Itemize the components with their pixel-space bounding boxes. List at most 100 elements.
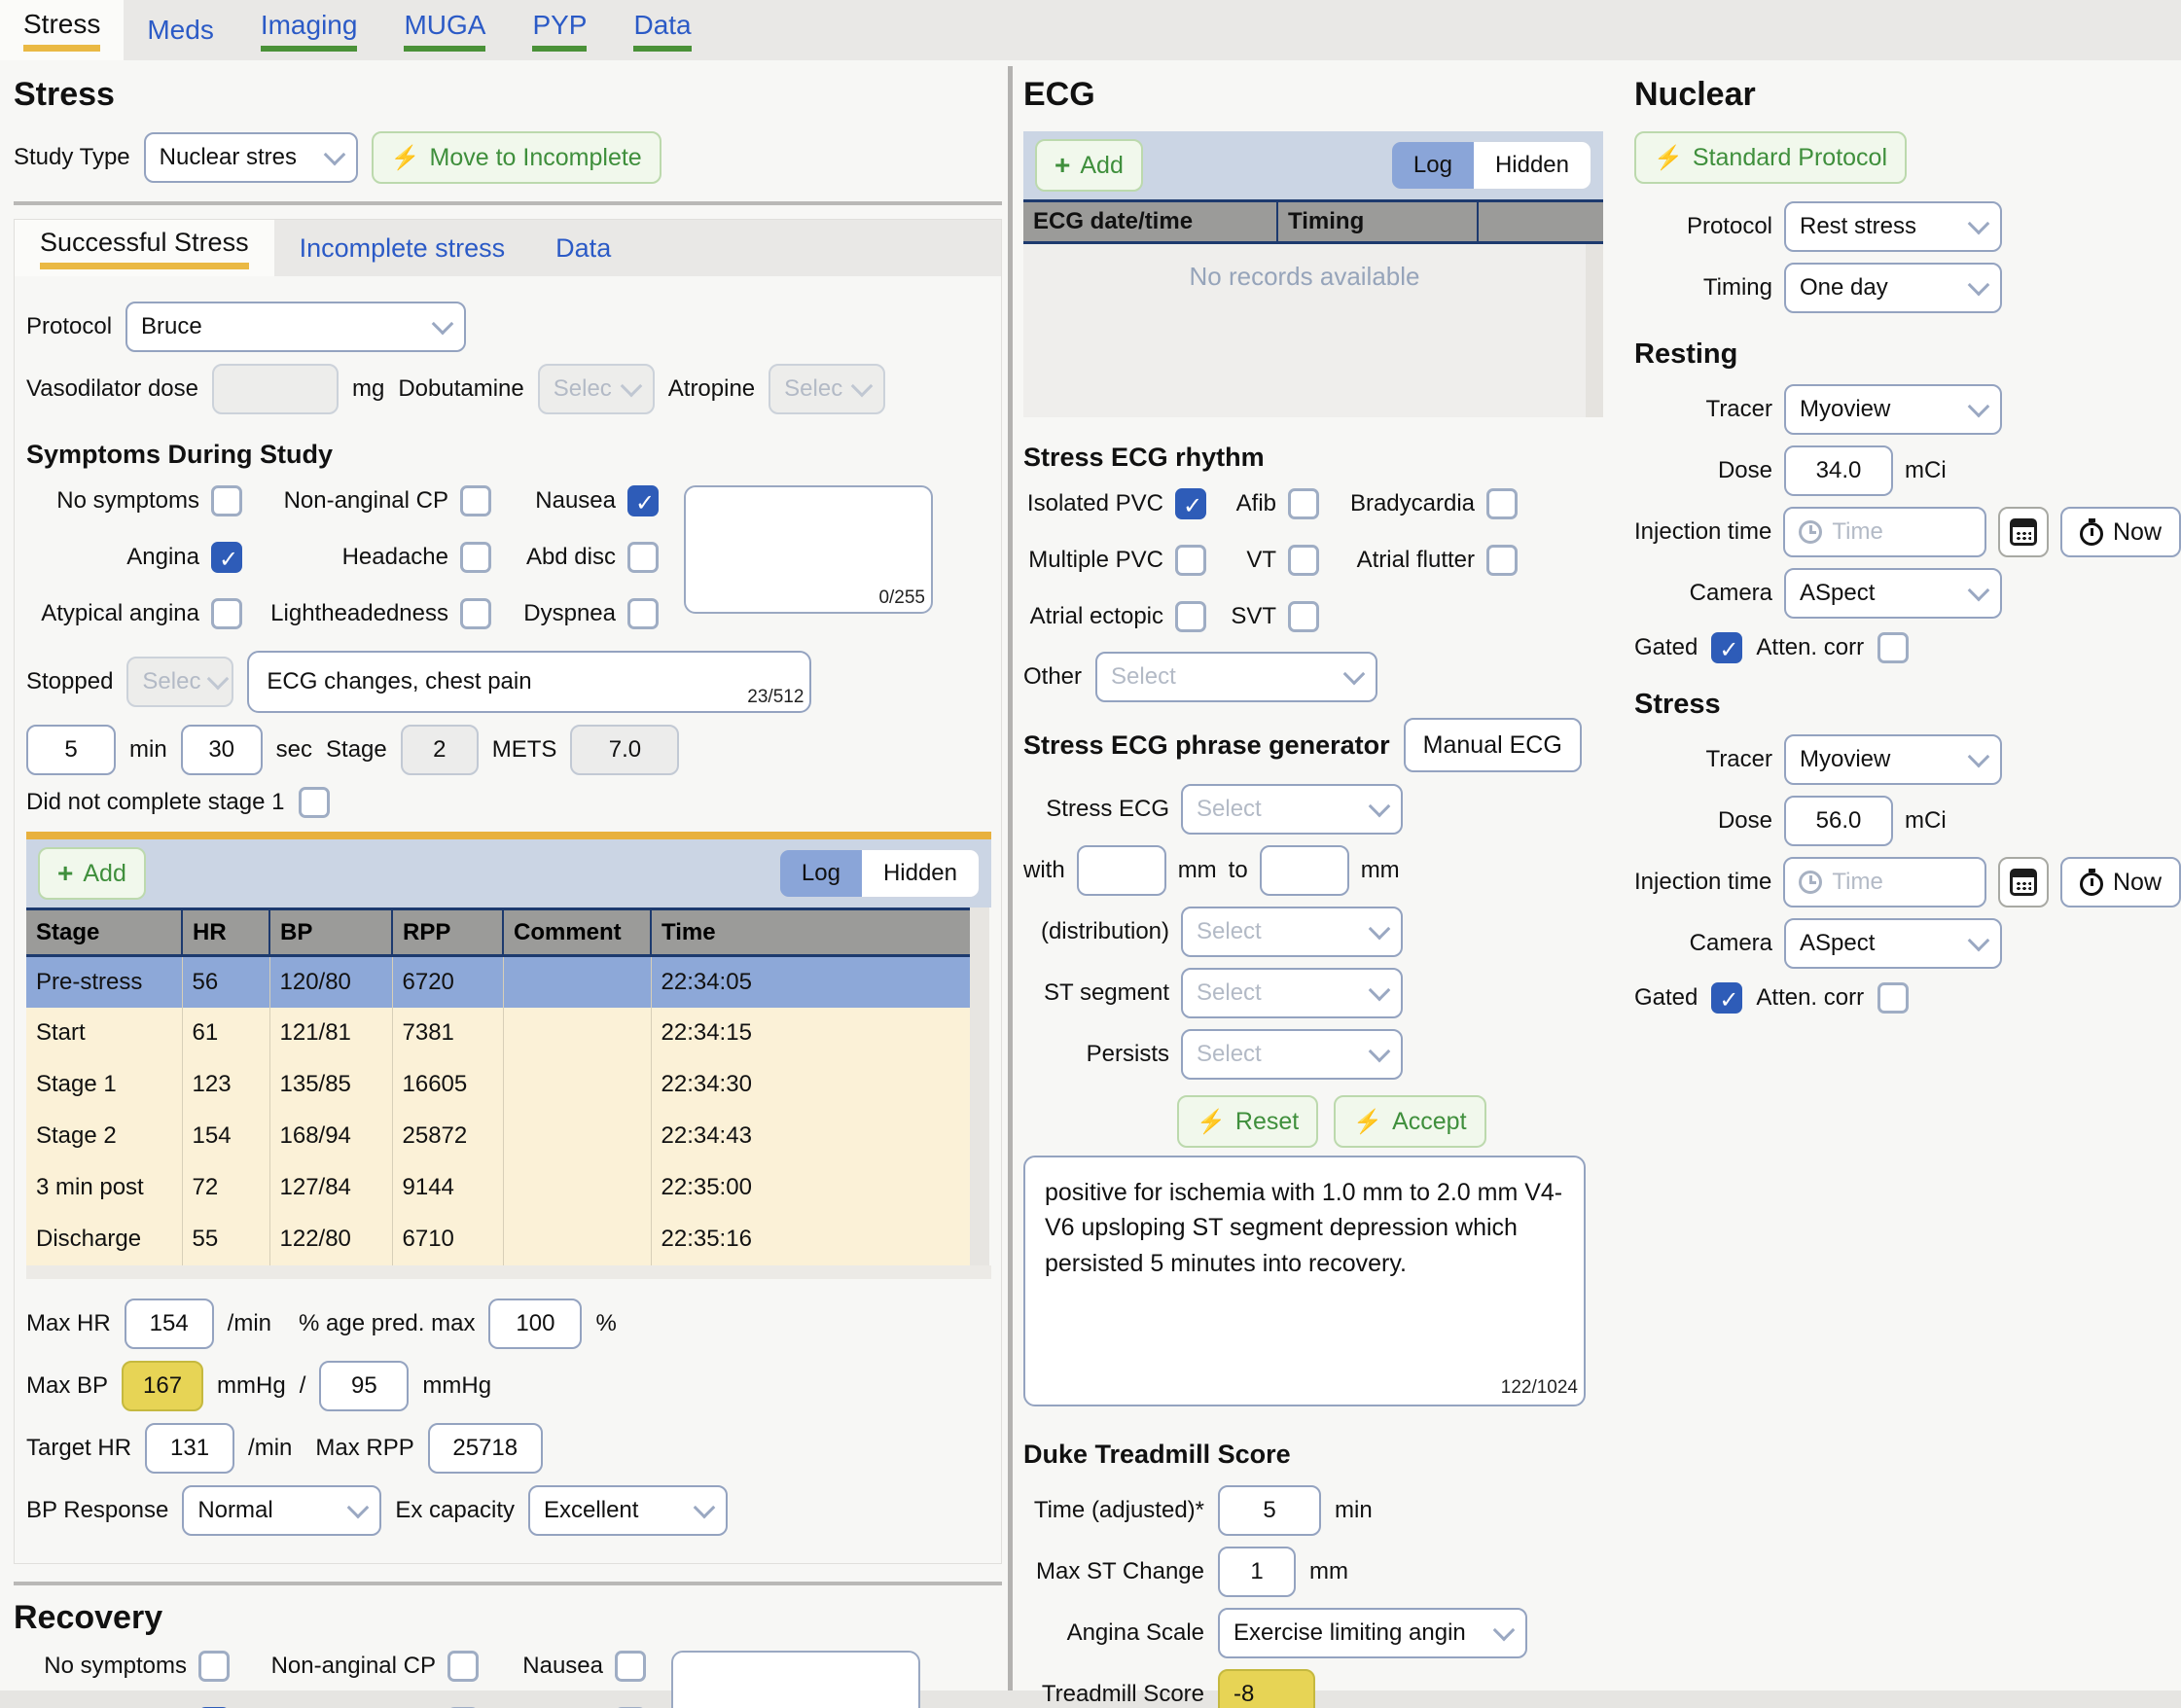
add-ecg-button[interactable]: + Add — [1035, 139, 1143, 192]
table-scrollbar[interactable] — [970, 907, 989, 1265]
afib-checkbox[interactable] — [1288, 488, 1319, 519]
duke-time-input[interactable]: 5 — [1218, 1485, 1321, 1536]
multiple-pvc-checkbox[interactable] — [1175, 545, 1206, 576]
other-rhythm-select[interactable]: Select — [1095, 652, 1377, 702]
max-hr-input[interactable]: 154 — [125, 1299, 214, 1349]
abd-disc-checkbox[interactable] — [627, 542, 659, 573]
stress-camera-select[interactable]: ASpect — [1784, 918, 2002, 969]
no-symptoms-checkbox[interactable] — [211, 485, 242, 516]
stage-input[interactable]: 2 — [401, 725, 479, 775]
stress-tracer-select[interactable]: Myoview — [1784, 734, 2002, 785]
headache-checkbox[interactable] — [460, 542, 491, 573]
stress-ecg-select[interactable]: Select — [1181, 784, 1403, 835]
stress-calendar-button[interactable] — [1998, 857, 2049, 907]
move-to-incomplete-button[interactable]: ⚡ Move to Incomplete — [372, 131, 661, 184]
mets-input[interactable]: 7.0 — [570, 725, 679, 775]
table-row[interactable]: Stage 1123135/851660522:34:30 — [26, 1059, 970, 1111]
hidden-toggle-segment[interactable]: Hidden — [862, 850, 979, 897]
age-pred-input[interactable]: 100 — [488, 1299, 582, 1349]
nav-tab-meds[interactable]: Meds — [124, 0, 236, 60]
log-toggle-segment[interactable]: Log — [780, 850, 862, 897]
stopped-note-textarea[interactable]: ECG changes, chest pain 23/512 — [247, 651, 811, 713]
vt-checkbox[interactable] — [1288, 545, 1319, 576]
max-bp-systolic-input[interactable]: 167 — [122, 1361, 203, 1411]
resting-camera-select[interactable]: ASpect — [1784, 568, 2002, 619]
stress-now-button[interactable]: Now — [2060, 857, 2181, 907]
treadmill-score-input[interactable]: -8 — [1218, 1669, 1315, 1708]
stopped-select[interactable]: Selec — [126, 657, 233, 707]
nav-tab-imaging[interactable]: Imaging — [237, 0, 381, 60]
tab-successful-stress[interactable]: Successful Stress — [15, 220, 274, 276]
max-rpp-input[interactable]: 25718 — [428, 1423, 543, 1474]
vasodilator-input[interactable] — [212, 364, 339, 414]
lightheadedness-checkbox[interactable] — [460, 598, 491, 629]
dobutamine-select[interactable]: Selec — [538, 364, 655, 414]
nav-tab-data[interactable]: Data — [610, 0, 714, 60]
table-row[interactable]: Pre-stress56120/80672022:34:05 — [26, 956, 970, 1008]
duke-st-input[interactable]: 1 — [1218, 1547, 1296, 1597]
nausea-checkbox[interactable] — [615, 1651, 646, 1682]
stress-dose-input[interactable]: 56.0 — [1784, 796, 1893, 846]
stress-injection-time-input[interactable]: Time — [1783, 857, 1986, 907]
accept-button[interactable]: ⚡ Accept — [1334, 1095, 1485, 1148]
table-row[interactable]: Discharge55122/80671022:35:16 — [26, 1214, 970, 1265]
non-anginal-cp-checkbox[interactable] — [447, 1651, 479, 1682]
nausea-checkbox[interactable] — [627, 485, 659, 516]
no-symptoms-checkbox[interactable] — [198, 1651, 230, 1682]
distribution-select[interactable]: Select — [1181, 907, 1403, 957]
minutes-input[interactable]: 5 — [26, 725, 116, 775]
stress-atten-corr-checkbox[interactable] — [1877, 982, 1909, 1014]
symptoms-note-textarea[interactable]: 0/255 — [684, 485, 933, 614]
seconds-input[interactable]: 30 — [181, 725, 263, 775]
atrial-flutter-checkbox[interactable] — [1486, 545, 1518, 576]
resting-dose-input[interactable]: 34.0 — [1784, 445, 1893, 496]
resting-now-button[interactable]: Now — [2060, 507, 2181, 557]
nav-tab-pyp[interactable]: PYP — [509, 0, 610, 60]
tab-incomplete-stress[interactable]: Incomplete stress — [274, 220, 531, 276]
resting-gated-checkbox[interactable] — [1711, 632, 1742, 663]
reset-button[interactable]: ⚡ Reset — [1177, 1095, 1318, 1148]
atrial-ectopic-checkbox[interactable] — [1175, 601, 1206, 632]
recovery-note-textarea[interactable]: 0/255 — [671, 1651, 920, 1708]
add-vitals-button[interactable]: + Add — [38, 847, 146, 900]
non-anginal-cp-checkbox[interactable] — [460, 485, 491, 516]
table-row[interactable]: Start61121/81738122:34:15 — [26, 1008, 970, 1059]
table-scrollbar[interactable] — [1586, 244, 1603, 417]
isolated-pvc-checkbox[interactable] — [1175, 488, 1206, 519]
dyspnea-checkbox[interactable] — [627, 598, 659, 629]
log-toggle-segment[interactable]: Log — [1392, 142, 1474, 189]
table-row[interactable]: 3 min post72127/84914422:35:00 — [26, 1162, 970, 1214]
st-segment-select[interactable]: Select — [1181, 968, 1403, 1018]
study-type-select[interactable]: Nuclear stres — [144, 132, 358, 183]
svt-checkbox[interactable] — [1288, 601, 1319, 632]
nav-tab-muga[interactable]: MUGA — [380, 0, 509, 60]
standard-protocol-button[interactable]: ⚡ Standard Protocol — [1634, 131, 1907, 184]
atypical-angina-checkbox[interactable] — [211, 598, 242, 629]
resting-atten-corr-checkbox[interactable] — [1877, 632, 1909, 663]
stress-gated-checkbox[interactable] — [1711, 982, 1742, 1014]
nuclear-protocol-select[interactable]: Rest stress — [1784, 201, 2002, 252]
bp-response-select[interactable]: Normal — [182, 1485, 381, 1536]
mm-to-input[interactable] — [1260, 845, 1349, 896]
atropine-select[interactable]: Selec — [769, 364, 885, 414]
resting-calendar-button[interactable] — [1998, 507, 2049, 557]
mm-from-input[interactable] — [1077, 845, 1166, 896]
target-hr-input[interactable]: 131 — [145, 1423, 234, 1474]
angina-scale-select[interactable]: Exercise limiting angin — [1218, 1608, 1527, 1658]
bradycardia-checkbox[interactable] — [1486, 488, 1518, 519]
resting-injection-time-input[interactable]: Time — [1783, 507, 1986, 557]
did-not-complete-checkbox[interactable] — [299, 787, 330, 818]
ecg-findings-textarea[interactable]: positive for ischemia with 1.0 mm to 2.0… — [1023, 1156, 1586, 1406]
max-bp-diastolic-input[interactable]: 95 — [319, 1361, 409, 1411]
nuclear-timing-select[interactable]: One day — [1784, 263, 2002, 313]
tab-data[interactable]: Data — [530, 220, 636, 276]
nav-tab-stress[interactable]: Stress — [0, 0, 124, 60]
table-row[interactable]: Stage 2154168/942587222:34:43 — [26, 1111, 970, 1162]
resting-tracer-select[interactable]: Myoview — [1784, 384, 2002, 435]
manual-ecg-button[interactable]: Manual ECG — [1404, 718, 1582, 772]
hidden-toggle-segment[interactable]: Hidden — [1474, 142, 1591, 189]
protocol-select[interactable]: Bruce — [125, 302, 466, 352]
ex-capacity-select[interactable]: Excellent — [528, 1485, 728, 1536]
angina-checkbox[interactable] — [211, 542, 242, 573]
persists-select[interactable]: Select — [1181, 1029, 1403, 1080]
